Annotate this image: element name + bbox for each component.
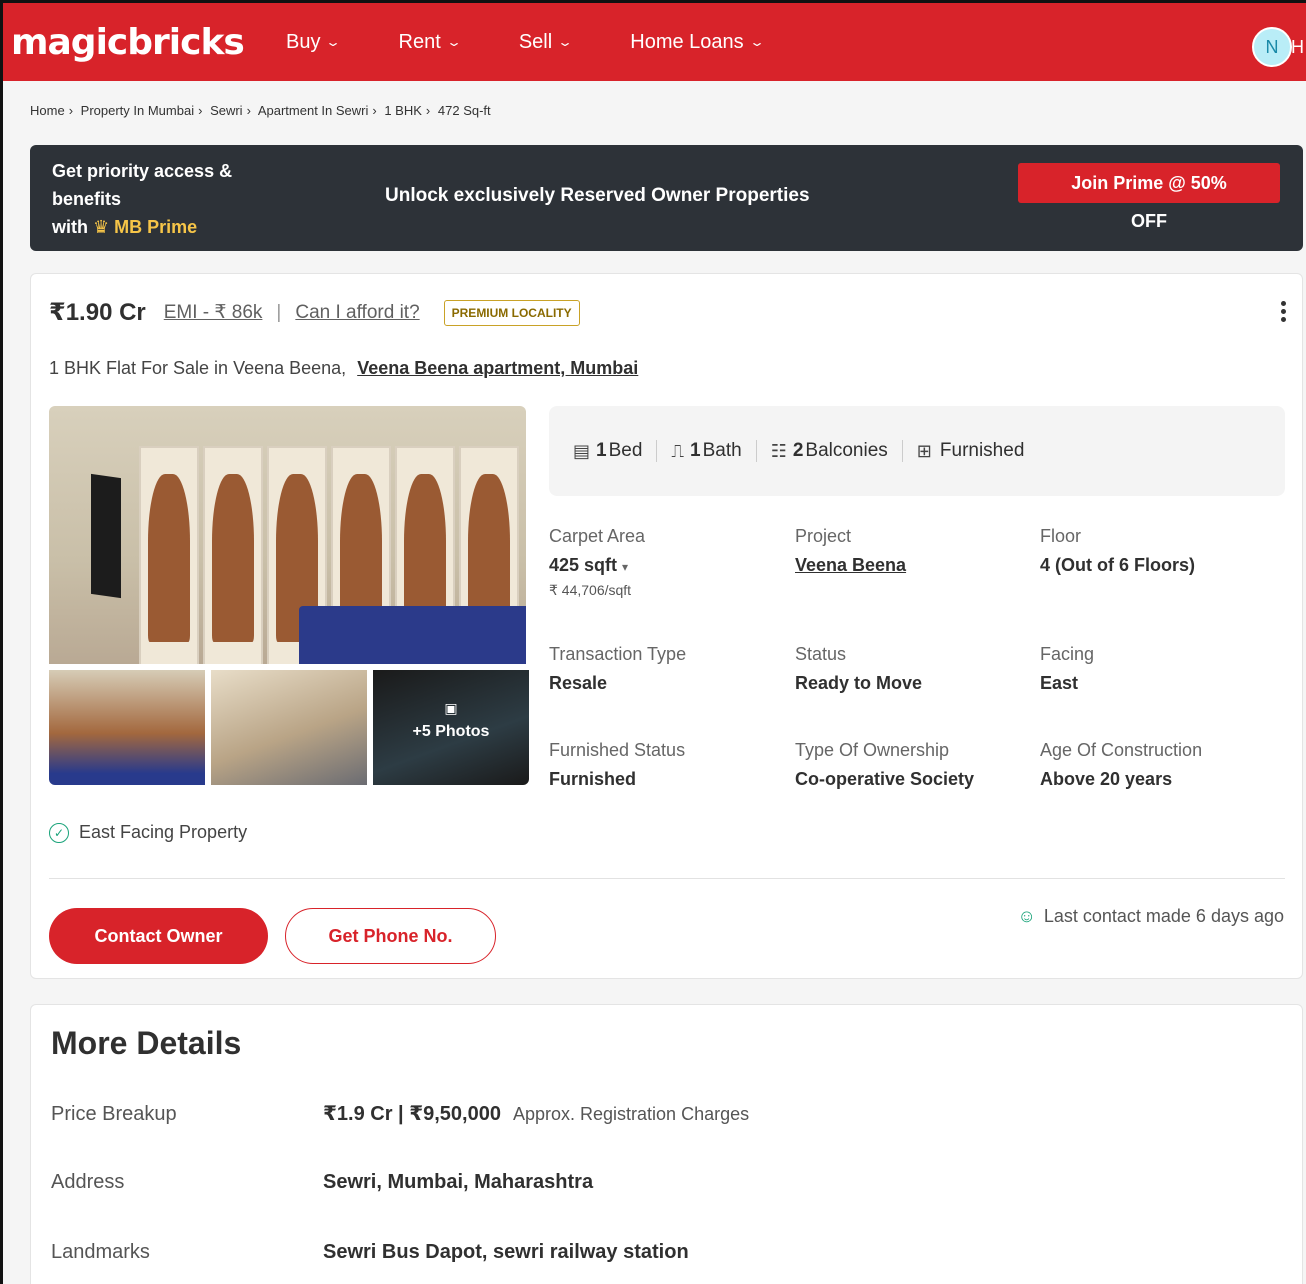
prime-message: Unlock exclusively Reserved Owner Proper… [385,185,810,206]
prime-pitch: Get priority access & benefits with ♛ MB… [52,161,233,237]
detail-project: Project Veena Beena [795,526,1040,644]
afford-link[interactable]: Can I afford it? [295,302,419,324]
breadcrumb-bhk[interactable]: 1 BHK [384,103,422,118]
get-phone-button[interactable]: Get Phone No. [285,908,496,964]
furnished-icon: ⊞ [916,440,932,461]
listing-price: ₹1.90 Cr [49,299,146,326]
breadcrumb: Home › Property In Mumbai › Sewri › Apartme… [30,103,491,118]
join-prime-button[interactable]: Join Prime @ 50% [1018,163,1280,203]
bed-icon: ▤ [573,440,591,461]
bath-icon: ⎍ [671,440,685,461]
chevron-down-icon: ⌄ [325,35,342,49]
crown-icon: ♛ [93,217,110,237]
more-photos-label: +5 Photos [412,723,490,740]
thumbnail-photo[interactable] [211,670,367,785]
project-name-link[interactable]: Veena Beena [795,555,1040,576]
price-row: ₹1.90 Cr EMI - ₹ 86k | Can I afford it? … [49,298,580,327]
emi-link[interactable]: EMI - ₹ 86k [164,301,263,324]
photo-thumbnails: ▣ +5 Photos [49,670,529,785]
thumbnail-photo[interactable] [49,670,205,785]
prime-brand: MB Prime [114,217,198,237]
breadcrumb-home[interactable]: Home [30,103,65,118]
nav-home-loans[interactable]: Home Loans ⌄ [630,31,764,54]
landmarks-row: Landmarks Sewri Bus Dapot, sewri railway… [51,1241,689,1263]
project-link[interactable]: Veena Beena apartment, Mumbai [357,358,638,378]
listing-card: ₹1.90 Cr EMI - ₹ 86k | Can I afford it? … [30,273,1303,979]
detail-age: Age Of Construction Above 20 years [1040,740,1203,789]
magicbricks-logo[interactable]: magicbricks [11,22,286,63]
join-prime-off: OFF [1131,211,1167,231]
more-options-icon[interactable] [1281,298,1286,325]
nav-rent[interactable]: Rent ⌄ [399,31,462,54]
east-facing-tag: ✓ East Facing Property [49,822,247,843]
balcony-icon: ☷ [770,440,787,461]
more-photos-thumbnail[interactable]: ▣ +5 Photos [373,670,529,785]
chevron-down-icon: ⌄ [557,35,574,49]
amenities-bar: ▤ 1 Bed ⎍ 1 Bath ☷ 2 Balconies ⊞ Furnished [549,406,1285,496]
more-details-card: More Details Price Breakup ₹1.9 Cr | ₹9,… [30,1004,1303,1284]
amenity-bed: ▤ 1 Bed [559,440,658,462]
main-nav: Buy ⌄ Rent ⌄ Sell ⌄ Home Loans ⌄ [286,31,822,54]
person-icon: ☺ [1017,906,1036,926]
breadcrumb-area: 472 Sq-ft [437,103,491,118]
chevron-down-icon: ⌄ [748,35,765,49]
breadcrumb-property-mumbai[interactable]: Property In Mumbai [81,103,194,118]
divider [49,878,1285,879]
nav-sell[interactable]: Sell ⌄ [519,31,574,54]
detail-ownership: Type Of Ownership Co-operative Society [795,740,975,789]
detail-status: Status Ready to Move [795,644,923,693]
price-breakup-row: Price Breakup ₹1.9 Cr | ₹9,50,000 Approx.… [51,1103,750,1125]
amenity-balconies: ☷ 2 Balconies [757,440,903,462]
nav-buy[interactable]: Buy ⌄ [286,31,342,54]
main-photo[interactable] [49,406,526,664]
breadcrumb-sewri[interactable]: Sewri [210,103,243,118]
contact-owner-button[interactable]: Contact Owner [49,908,268,964]
amenity-furnished: ⊞ Furnished [916,440,1025,461]
check-circle-icon: ✓ [49,822,69,843]
user-name-truncated[interactable]: H [1291,37,1304,58]
address-row: Address Sewri, Mumbai, Maharashtra [51,1171,594,1193]
amenity-bath: ⎍ 1 Bath [657,440,757,462]
property-details-grid: Carpet Area 425 sqft ▾ ₹ 44,706/sqft Pro… [549,526,1285,840]
chevron-down-icon: ⌄ [445,35,462,49]
gallery-icon: ▣ [444,700,458,716]
listing-title: 1 BHK Flat For Sale in Veena Beena, Veen… [49,358,639,378]
top-header: magicbricks Buy ⌄ Rent ⌄ Sell ⌄ Home Loans ⌄… [3,3,1306,81]
more-details-title: More Details [51,1025,242,1061]
detail-floor: Floor 4 (Out of 6 Floors) [1040,526,1195,575]
mb-prime-banner: Get priority access & benefits with ♛ MB… [30,145,1303,251]
detail-facing: Facing East [1040,644,1095,693]
detail-furnished-status: Furnished Status Furnished [549,740,686,789]
detail-carpet-area: Carpet Area 425 sqft ▾ ₹ 44,706/sqft [549,526,646,598]
caret-down-icon: ▾ [622,560,629,574]
breadcrumb-apartment-sewri[interactable]: Apartment In Sewri [258,103,369,118]
premium-locality-badge: PREMIUM LOCALITY [443,299,580,326]
last-contact-info: ☺ Last contact made 6 days ago [1017,906,1284,926]
detail-transaction: Transaction Type Resale [549,644,687,693]
user-avatar[interactable]: N [1252,27,1292,67]
